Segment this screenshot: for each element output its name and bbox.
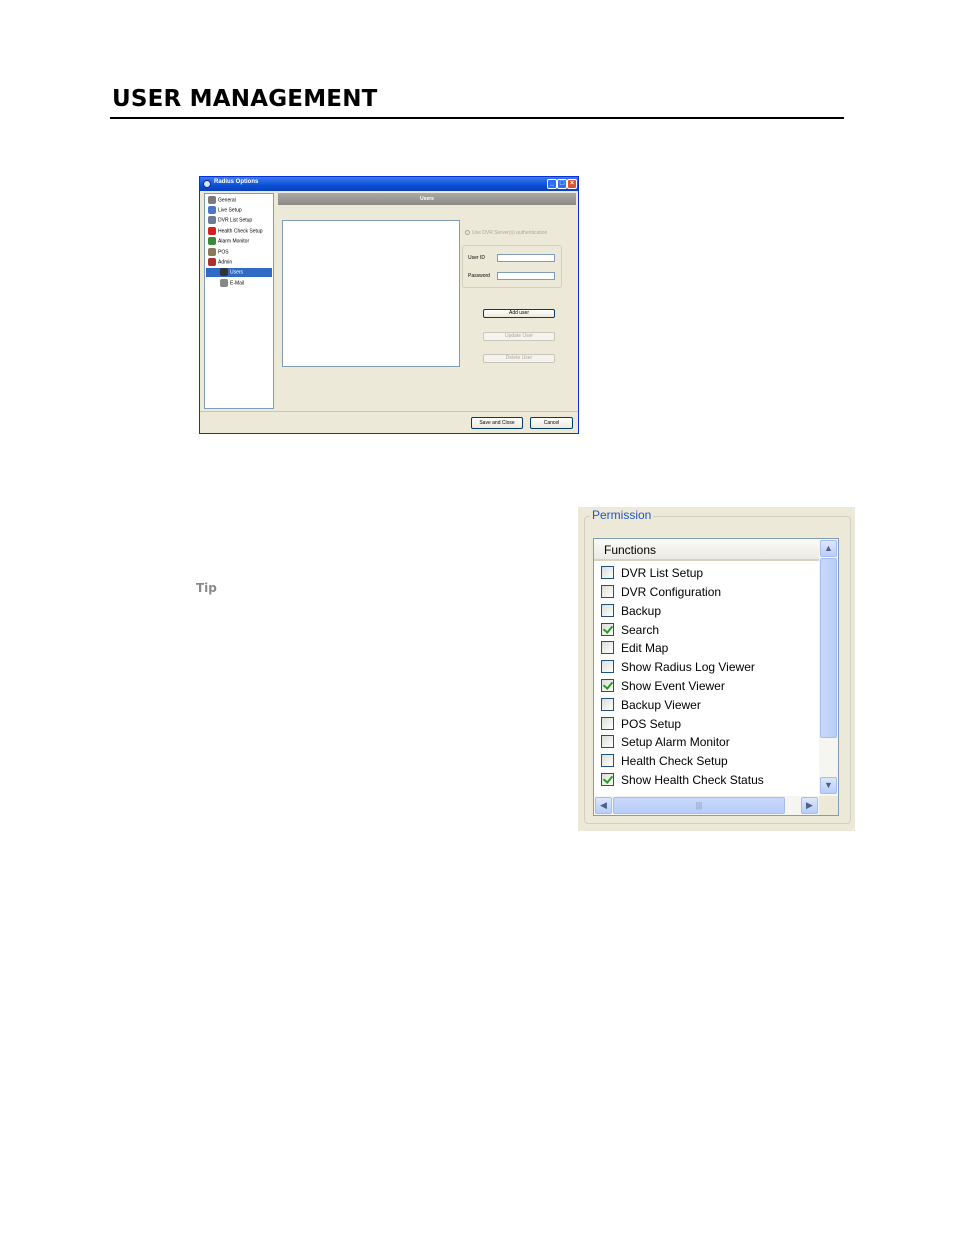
tree-item-users[interactable]: Users	[206, 268, 272, 277]
title-rule	[110, 117, 844, 119]
tree-item-health-check-setup[interactable]: Health Check Setup	[208, 227, 262, 236]
users-header: Users	[278, 193, 576, 205]
checkbox[interactable]	[601, 717, 614, 731]
function-item-show-event-viewer[interactable]: Show Event Viewer	[601, 677, 725, 695]
function-item-search[interactable]: Search	[601, 621, 659, 639]
window-title: Radius Options	[214, 179, 259, 185]
horizontal-scrollbar[interactable]: ◀ ||| ▶	[594, 796, 819, 815]
checkbox[interactable]	[601, 660, 614, 674]
mail-icon	[220, 279, 228, 287]
function-item-show-radius-log-viewer[interactable]: Show Radius Log Viewer	[601, 658, 755, 676]
tree-item-admin[interactable]: Admin	[208, 258, 232, 267]
horizontal-scroll-thumb[interactable]: |||	[613, 797, 785, 814]
function-item-health-check-setup[interactable]: Health Check Setup	[601, 752, 728, 770]
page-title: USER MANAGEMENT	[112, 86, 378, 112]
functions-column-header[interactable]: Functions	[594, 539, 819, 561]
user-icon	[220, 268, 228, 276]
password-label: Password	[468, 273, 490, 279]
maximize-button[interactable]: □	[557, 179, 567, 189]
password-field[interactable]	[497, 272, 555, 280]
minimize-button[interactable]: _	[547, 179, 557, 189]
checkbox[interactable]	[601, 604, 614, 618]
checkbox[interactable]	[601, 698, 614, 712]
scroll-down-icon[interactable]: ▼	[820, 777, 837, 794]
user-id-label: User ID	[468, 255, 485, 261]
vertical-scroll-thumb[interactable]	[820, 558, 837, 738]
checkbox[interactable]	[601, 641, 614, 655]
health-cross-icon	[208, 227, 216, 235]
function-item-setup-alarm-monitor[interactable]: Setup Alarm Monitor	[601, 733, 730, 751]
scroll-up-icon[interactable]: ▲	[820, 540, 837, 557]
radius-options-window: Radius Options _ □ × General Live Setup …	[199, 176, 579, 434]
scroll-right-icon[interactable]: ▶	[801, 797, 818, 814]
options-tree: General Live Setup DVR List Setup Health…	[204, 193, 274, 409]
checkbox[interactable]	[601, 735, 614, 749]
update-user-button[interactable]: Update User	[483, 332, 555, 341]
function-item-edit-map[interactable]: Edit Map	[601, 639, 668, 657]
tree-item-alarm-monitor[interactable]: Alarm Monitor	[208, 237, 249, 246]
checkbox-checked[interactable]	[601, 773, 614, 787]
save-and-close-button[interactable]: Save and Close	[471, 417, 523, 429]
users-list[interactable]	[282, 220, 460, 367]
cancel-button[interactable]: Cancel	[530, 417, 573, 429]
checkbox[interactable]	[601, 585, 614, 599]
user-id-field[interactable]	[497, 254, 555, 262]
scroll-left-icon[interactable]: ◀	[595, 797, 612, 814]
tree-item-email[interactable]: E-Mail	[220, 279, 244, 288]
checkbox-checked[interactable]	[601, 679, 614, 693]
add-user-button[interactable]: Add user	[483, 309, 555, 318]
tree-item-general[interactable]: General	[208, 196, 236, 205]
users-panel: Users Use DVR Server(s) authentication U…	[278, 193, 576, 409]
function-item-dvr-configuration[interactable]: DVR Configuration	[601, 583, 721, 601]
tip-label: Tip	[196, 581, 217, 595]
pos-icon	[208, 248, 216, 256]
wrench-icon	[208, 196, 216, 204]
delete-user-button[interactable]: Delete User	[483, 354, 555, 363]
close-button[interactable]: ×	[567, 179, 577, 189]
vertical-scrollbar[interactable]: ▲ ▼	[819, 539, 838, 796]
functions-list[interactable]: Functions DVR List Setup DVR Configurati…	[593, 538, 839, 816]
admin-icon	[208, 258, 216, 266]
tree-item-pos[interactable]: POS	[208, 248, 229, 257]
window-titlebar: Radius Options _ □ ×	[200, 177, 578, 191]
checkbox[interactable]	[601, 566, 614, 580]
scrollbar-corner	[819, 796, 838, 815]
footer-divider	[200, 411, 578, 412]
function-item-backup[interactable]: Backup	[601, 602, 661, 620]
permission-legend: Permission	[590, 508, 654, 522]
tree-item-live-setup[interactable]: Live Setup	[208, 206, 242, 215]
radio-dot-icon	[465, 230, 470, 236]
tree-item-dvr-list-setup[interactable]: DVR List Setup	[208, 216, 252, 225]
credentials-group: User ID Password	[462, 245, 562, 288]
function-item-dvr-list-setup[interactable]: DVR List Setup	[601, 564, 703, 582]
checkbox-checked[interactable]	[601, 623, 614, 637]
function-item-backup-viewer[interactable]: Backup Viewer	[601, 696, 701, 714]
use-dvr-auth-radio[interactable]: Use DVR Server(s) authentication	[465, 230, 547, 236]
checkbox[interactable]	[601, 754, 614, 768]
camera-icon	[208, 206, 216, 214]
alarm-icon	[208, 237, 216, 245]
function-item-pos-setup[interactable]: POS Setup	[601, 715, 681, 733]
function-item-show-health-check-status[interactable]: Show Health Check Status	[601, 771, 764, 789]
app-icon	[203, 180, 211, 188]
dvr-icon	[208, 216, 216, 224]
permission-panel: Permission Functions DVR List Setup DVR …	[578, 507, 855, 831]
